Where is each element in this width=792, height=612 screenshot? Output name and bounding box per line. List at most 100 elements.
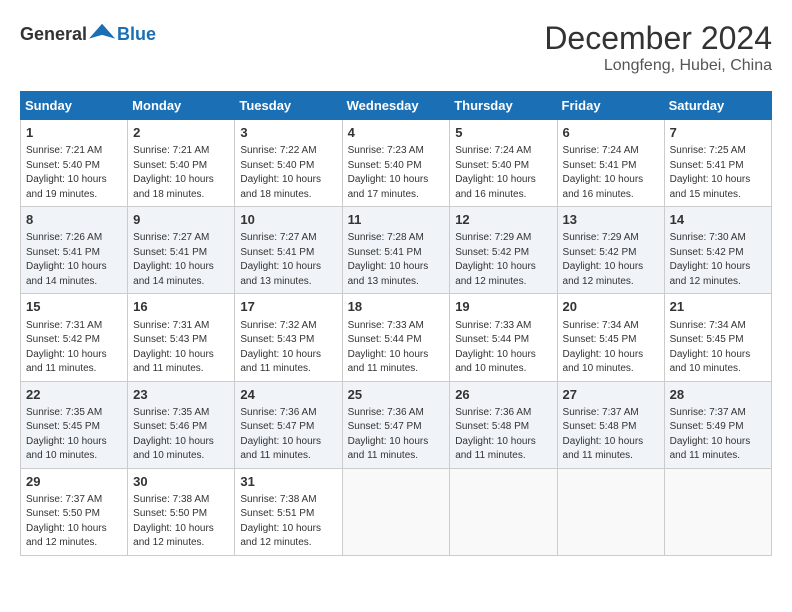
calendar-cell: 10 Sunrise: 7:27 AMSunset: 5:41 PMDayligh… bbox=[235, 207, 342, 294]
calendar-cell: 8 Sunrise: 7:26 AMSunset: 5:41 PMDaylight… bbox=[21, 207, 128, 294]
day-info: Sunrise: 7:34 AMSunset: 5:45 PMDaylight:… bbox=[563, 319, 659, 377]
day-number: 31 bbox=[240, 473, 336, 491]
day-info: Sunrise: 7:29 AMSunset: 5:42 PMDaylight:… bbox=[455, 231, 551, 289]
calendar-cell: 28 Sunrise: 7:37 AMSunset: 5:49 PMDayligh… bbox=[664, 381, 771, 468]
calendar-table: SundayMondayTuesdayWednesdayThursdayFrid… bbox=[20, 91, 772, 556]
calendar-cell: 31 Sunrise: 7:38 AMSunset: 5:51 PMDayligh… bbox=[235, 468, 342, 555]
day-info: Sunrise: 7:33 AMSunset: 5:44 PMDaylight:… bbox=[348, 319, 445, 377]
day-number: 10 bbox=[240, 211, 336, 229]
calendar-week-row: 29 Sunrise: 7:37 AMSunset: 5:50 PMDayligh… bbox=[21, 468, 772, 555]
day-info: Sunrise: 7:38 AMSunset: 5:50 PMDaylight:… bbox=[133, 493, 229, 551]
day-number: 24 bbox=[240, 386, 336, 404]
calendar-cell bbox=[450, 468, 557, 555]
day-number: 7 bbox=[670, 124, 766, 142]
day-info: Sunrise: 7:27 AMSunset: 5:41 PMDaylight:… bbox=[133, 231, 229, 289]
day-number: 29 bbox=[26, 473, 122, 491]
calendar-cell: 11 Sunrise: 7:28 AMSunset: 5:41 PMDayligh… bbox=[342, 207, 450, 294]
col-header-wednesday: Wednesday bbox=[342, 92, 450, 120]
calendar-cell: 18Sunrise: 7:33 AMSunset: 5:44 PMDayligh… bbox=[342, 294, 450, 381]
day-info: Sunrise: 7:31 AMSunset: 5:42 PMDaylight:… bbox=[26, 319, 122, 377]
calendar-cell: 16 Sunrise: 7:31 AMSunset: 5:43 PMDayligh… bbox=[128, 294, 235, 381]
day-info: Sunrise: 7:35 AMSunset: 5:46 PMDaylight:… bbox=[133, 406, 229, 464]
calendar-cell: 6 Sunrise: 7:24 AMSunset: 5:41 PMDaylight… bbox=[557, 120, 664, 207]
day-info: Sunrise: 7:36 AMSunset: 5:47 PMDaylight:… bbox=[348, 406, 445, 464]
calendar-cell: 24 Sunrise: 7:36 AMSunset: 5:47 PMDayligh… bbox=[235, 381, 342, 468]
day-number: 23 bbox=[133, 386, 229, 404]
calendar-cell: 29 Sunrise: 7:37 AMSunset: 5:50 PMDayligh… bbox=[21, 468, 128, 555]
day-info: Sunrise: 7:32 AMSunset: 5:43 PMDaylight:… bbox=[240, 319, 336, 377]
day-info: Sunrise: 7:22 AMSunset: 5:40 PMDaylight:… bbox=[240, 144, 336, 202]
day-info: Sunrise: 7:23 AMSunset: 5:40 PMDaylight:… bbox=[348, 144, 445, 202]
calendar-cell: 3 Sunrise: 7:22 AMSunset: 5:40 PMDaylight… bbox=[235, 120, 342, 207]
day-info: Sunrise: 7:25 AMSunset: 5:41 PMDaylight:… bbox=[670, 144, 766, 202]
col-header-monday: Monday bbox=[128, 92, 235, 120]
day-number: 30 bbox=[133, 473, 229, 491]
day-info: Sunrise: 7:37 AMSunset: 5:50 PMDaylight:… bbox=[26, 493, 122, 551]
calendar-cell bbox=[342, 468, 450, 555]
day-info: Sunrise: 7:35 AMSunset: 5:45 PMDaylight:… bbox=[26, 406, 122, 464]
calendar-cell: 2Sunrise: 7:21 AMSunset: 5:40 PMDaylight… bbox=[128, 120, 235, 207]
day-number: 15 bbox=[26, 298, 122, 316]
calendar-cell: 12Sunrise: 7:29 AMSunset: 5:42 PMDayligh… bbox=[450, 207, 557, 294]
day-number: 11 bbox=[348, 211, 445, 229]
calendar-cell: 23 Sunrise: 7:35 AMSunset: 5:46 PMDayligh… bbox=[128, 381, 235, 468]
day-info: Sunrise: 7:24 AMSunset: 5:41 PMDaylight:… bbox=[563, 144, 659, 202]
col-header-friday: Friday bbox=[557, 92, 664, 120]
calendar-cell: 25 Sunrise: 7:36 AMSunset: 5:47 PMDayligh… bbox=[342, 381, 450, 468]
calendar-header-row: SundayMondayTuesdayWednesdayThursdayFrid… bbox=[21, 92, 772, 120]
calendar-week-row: 8 Sunrise: 7:26 AMSunset: 5:41 PMDaylight… bbox=[21, 207, 772, 294]
day-info: Sunrise: 7:28 AMSunset: 5:41 PMDaylight:… bbox=[348, 231, 445, 289]
calendar-cell: 21 Sunrise: 7:34 AMSunset: 5:45 PMDayligh… bbox=[664, 294, 771, 381]
day-info: Sunrise: 7:21 AMSunset: 5:40 PMDaylight:… bbox=[133, 144, 229, 202]
day-number: 17 bbox=[240, 298, 336, 316]
calendar-cell: 9Sunrise: 7:27 AMSunset: 5:41 PMDaylight… bbox=[128, 207, 235, 294]
calendar-cell: 7 Sunrise: 7:25 AMSunset: 5:41 PMDaylight… bbox=[664, 120, 771, 207]
day-info: Sunrise: 7:26 AMSunset: 5:41 PMDaylight:… bbox=[26, 231, 122, 289]
calendar-week-row: 15 Sunrise: 7:31 AMSunset: 5:42 PMDayligh… bbox=[21, 294, 772, 381]
day-number: 3 bbox=[240, 124, 336, 142]
calendar-cell: 5 Sunrise: 7:24 AMSunset: 5:40 PMDaylight… bbox=[450, 120, 557, 207]
col-header-thursday: Thursday bbox=[450, 92, 557, 120]
calendar-cell: 30 Sunrise: 7:38 AMSunset: 5:50 PMDayligh… bbox=[128, 468, 235, 555]
day-number: 4 bbox=[348, 124, 445, 142]
day-info: Sunrise: 7:29 AMSunset: 5:42 PMDaylight:… bbox=[563, 231, 659, 289]
day-number: 27 bbox=[563, 386, 659, 404]
col-header-saturday: Saturday bbox=[664, 92, 771, 120]
day-number: 5 bbox=[455, 124, 551, 142]
calendar-week-row: 1 Sunrise: 7:21 AMSunset: 5:40 PMDaylight… bbox=[21, 120, 772, 207]
month-title: December 2024 bbox=[544, 20, 772, 57]
day-info: Sunrise: 7:37 AMSunset: 5:49 PMDaylight:… bbox=[670, 406, 766, 464]
col-header-tuesday: Tuesday bbox=[235, 92, 342, 120]
logo-blue-text: Blue bbox=[117, 24, 156, 45]
day-info: Sunrise: 7:27 AMSunset: 5:41 PMDaylight:… bbox=[240, 231, 336, 289]
day-info: Sunrise: 7:24 AMSunset: 5:40 PMDaylight:… bbox=[455, 144, 551, 202]
day-number: 26 bbox=[455, 386, 551, 404]
day-number: 25 bbox=[348, 386, 445, 404]
logo: General Blue bbox=[20, 20, 156, 48]
day-info: Sunrise: 7:36 AMSunset: 5:47 PMDaylight:… bbox=[240, 406, 336, 464]
calendar-cell: 14Sunrise: 7:30 AMSunset: 5:42 PMDayligh… bbox=[664, 207, 771, 294]
day-number: 1 bbox=[26, 124, 122, 142]
page-header: General Blue December 2024 Longfeng, Hub… bbox=[20, 20, 772, 75]
day-number: 6 bbox=[563, 124, 659, 142]
calendar-cell: 17 Sunrise: 7:32 AMSunset: 5:43 PMDayligh… bbox=[235, 294, 342, 381]
day-info: Sunrise: 7:37 AMSunset: 5:48 PMDaylight:… bbox=[563, 406, 659, 464]
day-number: 21 bbox=[670, 298, 766, 316]
location-title: Longfeng, Hubei, China bbox=[544, 57, 772, 75]
calendar-week-row: 22Sunrise: 7:35 AMSunset: 5:45 PMDayligh… bbox=[21, 381, 772, 468]
day-info: Sunrise: 7:34 AMSunset: 5:45 PMDaylight:… bbox=[670, 319, 766, 377]
calendar-cell: 4 Sunrise: 7:23 AMSunset: 5:40 PMDaylight… bbox=[342, 120, 450, 207]
day-number: 28 bbox=[670, 386, 766, 404]
day-number: 19 bbox=[455, 298, 551, 316]
day-number: 8 bbox=[26, 211, 122, 229]
title-block: December 2024 Longfeng, Hubei, China bbox=[544, 20, 772, 75]
day-number: 14 bbox=[670, 211, 766, 229]
calendar-cell bbox=[557, 468, 664, 555]
calendar-cell: 27 Sunrise: 7:37 AMSunset: 5:48 PMDayligh… bbox=[557, 381, 664, 468]
day-info: Sunrise: 7:31 AMSunset: 5:43 PMDaylight:… bbox=[133, 319, 229, 377]
day-number: 16 bbox=[133, 298, 229, 316]
logo-icon bbox=[89, 20, 117, 48]
day-info: Sunrise: 7:38 AMSunset: 5:51 PMDaylight:… bbox=[240, 493, 336, 551]
calendar-cell: 22Sunrise: 7:35 AMSunset: 5:45 PMDayligh… bbox=[21, 381, 128, 468]
calendar-cell: 19Sunrise: 7:33 AMSunset: 5:44 PMDayligh… bbox=[450, 294, 557, 381]
